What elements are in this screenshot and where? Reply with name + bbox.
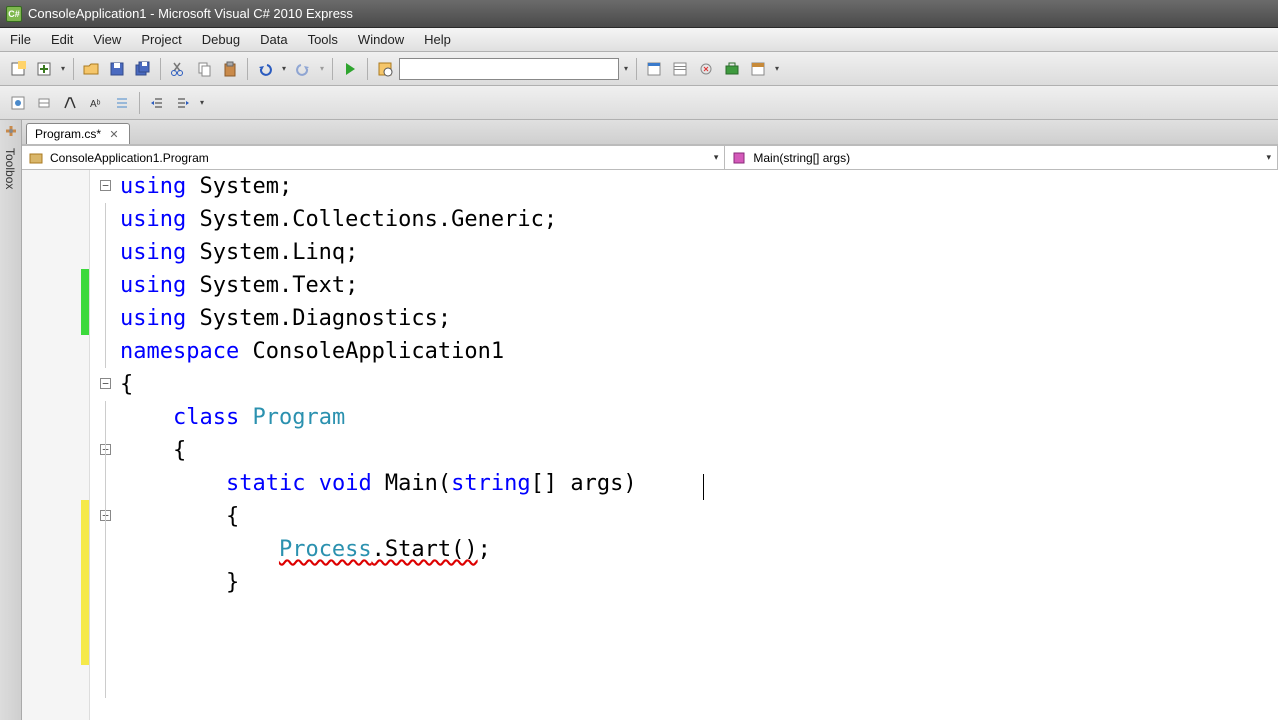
- undo-dropdown[interactable]: ▾: [279, 57, 289, 81]
- add-item-button[interactable]: [32, 57, 56, 81]
- tab-label: Program.cs*: [35, 127, 101, 141]
- save-all-button[interactable]: [131, 57, 155, 81]
- toolbox-icon: [3, 124, 19, 140]
- display-quick-info-button[interactable]: Aᵇ: [84, 91, 108, 115]
- dropdown-icon: ▾: [714, 152, 719, 163]
- menu-window[interactable]: Window: [348, 28, 414, 51]
- toolbar-overflow[interactable]: ▾: [772, 57, 782, 81]
- undo-button[interactable]: [253, 57, 277, 81]
- class-dropdown[interactable]: ConsoleApplication1.Program ▾: [22, 146, 725, 169]
- separator: [636, 58, 637, 80]
- solution-config-button[interactable]: [373, 57, 397, 81]
- find-combo[interactable]: [399, 58, 619, 80]
- menu-edit[interactable]: Edit: [41, 28, 83, 51]
- menu-data[interactable]: Data: [250, 28, 297, 51]
- editor-area: Program.cs* ✕ ConsoleApplication1.Progra…: [22, 120, 1278, 720]
- copy-button[interactable]: [192, 57, 216, 81]
- tab-program-cs[interactable]: Program.cs* ✕: [26, 123, 130, 144]
- navigation-bar: ConsoleApplication1.Program ▾ Main(strin…: [22, 146, 1278, 170]
- class-icon: [28, 150, 44, 166]
- start-debug-button[interactable]: [338, 57, 362, 81]
- document-tabstrip: Program.cs* ✕: [22, 120, 1278, 146]
- title-bar: C# ConsoleApplication1 - Microsoft Visua…: [0, 0, 1278, 28]
- separator: [73, 58, 74, 80]
- separator: [247, 58, 248, 80]
- toolbar2-overflow[interactable]: ▾: [197, 91, 207, 115]
- display-object-button[interactable]: [6, 91, 30, 115]
- display-param-info-button[interactable]: [58, 91, 82, 115]
- decrease-indent-button[interactable]: [145, 91, 169, 115]
- toolbox-button[interactable]: [720, 57, 744, 81]
- dropdown-icon: ▾: [1266, 152, 1271, 163]
- menu-debug[interactable]: Debug: [192, 28, 250, 51]
- content-area: Toolbox Program.cs* ✕ ConsoleApplication…: [0, 120, 1278, 720]
- add-item-dropdown[interactable]: ▾: [58, 57, 68, 81]
- toolbox-label: Toolbox: [3, 148, 17, 189]
- editor-margin: −−−−: [22, 170, 90, 720]
- save-button[interactable]: [105, 57, 129, 81]
- solution-explorer-button[interactable]: [642, 57, 666, 81]
- window-title: ConsoleApplication1 - Microsoft Visual C…: [28, 6, 353, 21]
- redo-dropdown[interactable]: ▾: [317, 57, 327, 81]
- open-button[interactable]: [79, 57, 103, 81]
- paste-button[interactable]: [218, 57, 242, 81]
- menu-help[interactable]: Help: [414, 28, 461, 51]
- svg-text:Aᵇ: Aᵇ: [90, 99, 101, 110]
- app-icon: C#: [6, 6, 22, 22]
- member-label: Main(string[] args): [753, 151, 850, 165]
- menu-tools[interactable]: Tools: [298, 28, 348, 51]
- menu-bar: File Edit View Project Debug Data Tools …: [0, 28, 1278, 52]
- separator: [139, 92, 140, 114]
- code-editor[interactable]: −−−− using System;using System.Collectio…: [22, 170, 1278, 720]
- toolbox-panel[interactable]: Toolbox: [0, 120, 22, 720]
- menu-project[interactable]: Project: [131, 28, 191, 51]
- menu-file[interactable]: File: [0, 28, 41, 51]
- text-editor-toolbar: Aᵇ ▾: [0, 86, 1278, 120]
- class-label: ConsoleApplication1.Program: [50, 151, 209, 165]
- cut-button[interactable]: [166, 57, 190, 81]
- separator: [367, 58, 368, 80]
- comment-button[interactable]: [110, 91, 134, 115]
- redo-button[interactable]: [291, 57, 315, 81]
- start-page-button[interactable]: [746, 57, 770, 81]
- properties-window-button[interactable]: [668, 57, 692, 81]
- standard-toolbar: ▾ ▾ ▾ ▾: [0, 52, 1278, 86]
- increase-indent-button[interactable]: [171, 91, 195, 115]
- object-browser-button[interactable]: [694, 57, 718, 81]
- find-dropdown[interactable]: ▾: [621, 57, 631, 81]
- new-project-button[interactable]: [6, 57, 30, 81]
- member-dropdown[interactable]: Main(string[] args) ▾: [725, 146, 1278, 169]
- separator: [332, 58, 333, 80]
- separator: [160, 58, 161, 80]
- method-icon: [731, 150, 747, 166]
- tab-close-icon[interactable]: ✕: [107, 127, 121, 141]
- display-member-button[interactable]: [32, 91, 56, 115]
- menu-view[interactable]: View: [83, 28, 131, 51]
- code-lines[interactable]: using System;using System.Collections.Ge…: [90, 170, 1278, 720]
